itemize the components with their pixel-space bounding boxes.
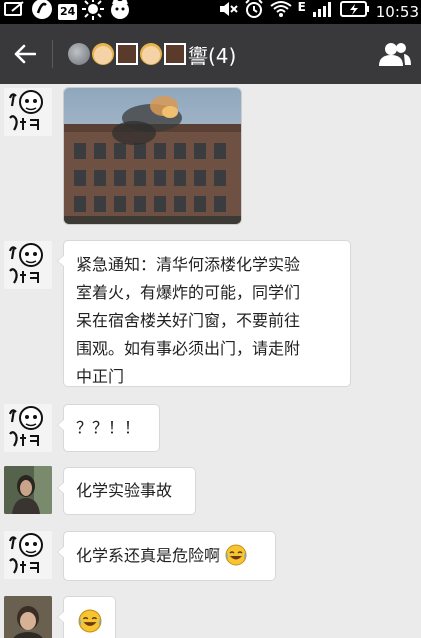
building-on-fire-photo <box>64 88 241 224</box>
calendar-24-icon: 24 <box>58 4 78 20</box>
group-members-button[interactable] <box>377 36 413 72</box>
compose-notification-icon <box>4 0 26 24</box>
group-members-icon <box>379 43 411 66</box>
person-photo-avatar-icon <box>4 596 52 638</box>
crying-laughing-emoji-icon <box>225 544 247 566</box>
avatar[interactable] <box>4 88 52 136</box>
message-text: 化学系还真是危险啊 <box>76 546 221 565</box>
avatar[interactable] <box>4 596 52 638</box>
status-bar: 24 E 10:53 <box>0 0 421 24</box>
princess-emoji-icon <box>140 43 162 65</box>
cat-app-icon <box>109 0 131 26</box>
avatar[interactable] <box>4 466 52 514</box>
message-bubble[interactable]: ？？！！ <box>57 404 160 452</box>
header-divider <box>52 40 53 68</box>
princess-emoji-icon <box>92 43 114 65</box>
alarm-icon <box>244 0 264 25</box>
weather-sun-icon <box>82 0 105 26</box>
unknown-glyph-box-icon <box>116 43 138 65</box>
message-bubble[interactable]: 化学系还真是危险啊 <box>57 531 276 581</box>
person-photo-avatar-icon <box>4 466 52 514</box>
chat-title-text: 讏(4) <box>188 43 237 68</box>
chat-header: 讏(4) <box>0 24 421 84</box>
unknown-glyph-box-icon <box>164 43 186 65</box>
message-bubble[interactable]: 紧急通知：清华何添楼化学实验 室着火，有爆炸的可能，同学们 呆在宿舍楼关好门窗，… <box>57 240 351 387</box>
message-bubble[interactable]: 化学实验事故 <box>57 467 196 515</box>
sketch-character-avatar-icon <box>4 531 52 579</box>
message-line: 室着火，有爆炸的可能，同学们 <box>76 283 301 302</box>
sketch-character-avatar-icon <box>4 404 52 452</box>
chat-title: 讏(4) <box>68 24 236 84</box>
avatar[interactable] <box>4 404 52 452</box>
back-button[interactable] <box>0 24 50 84</box>
signal-strength-icon <box>312 1 334 23</box>
network-type-icon: E <box>297 0 306 14</box>
message-line: 呆在宿舍楼关好门窗，不要前往 <box>76 311 301 330</box>
message-line: 紧急通知：清华何添楼化学实验 <box>76 255 301 274</box>
message-text: ？？！！ <box>76 418 141 437</box>
crying-laughing-emoji-icon <box>78 609 102 633</box>
battery-charging-icon <box>339 1 370 23</box>
ghost-emoji-icon <box>68 43 90 65</box>
arrow-left-icon <box>14 44 36 64</box>
sync-notification-icon <box>31 0 53 26</box>
sketch-character-avatar-icon <box>4 241 52 289</box>
message-line: 围观。如有事必须出门，请走附 <box>76 339 301 358</box>
sketch-character-avatar-icon <box>4 88 52 136</box>
avatar[interactable] <box>4 241 52 289</box>
image-message[interactable] <box>63 87 242 225</box>
avatar[interactable] <box>4 531 52 579</box>
clock: 10:53 <box>375 3 419 21</box>
wifi-icon <box>269 0 292 24</box>
mute-icon <box>218 0 238 24</box>
message-text: 化学实验事故 <box>76 481 173 500</box>
message-line: 中正门 <box>76 367 125 386</box>
message-bubble[interactable] <box>57 596 116 638</box>
